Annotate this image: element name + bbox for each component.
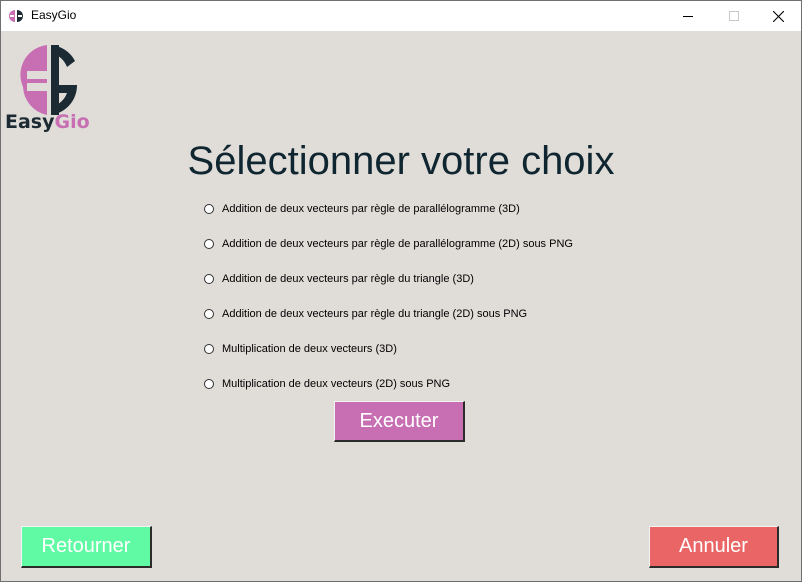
- radio-button[interactable]: [204, 344, 214, 354]
- option-label: Multiplication de deux vecteurs (2D) sou…: [222, 378, 451, 390]
- option-triangle-3d[interactable]: Addition de deux vecteurs par règle du t…: [204, 271, 474, 287]
- back-button[interactable]: Retourner: [21, 526, 152, 568]
- execute-button[interactable]: Executer: [334, 401, 465, 442]
- option-label: Addition de deux vecteurs par règle de p…: [222, 238, 573, 250]
- close-button[interactable]: [755, 1, 801, 31]
- logo-text: EasyGio: [5, 111, 90, 133]
- option-label: Addition de deux vecteurs par règle de p…: [222, 203, 520, 215]
- close-icon: [772, 10, 784, 22]
- minimize-icon: [683, 16, 693, 17]
- logo-text-easy: Easy: [5, 111, 55, 133]
- option-parallelogram-2d-png[interactable]: Addition de deux vecteurs par règle de p…: [204, 236, 573, 252]
- option-label: Addition de deux vecteurs par règle du t…: [222, 273, 474, 285]
- option-multiplication-2d-png[interactable]: Multiplication de deux vecteurs (2D) sou…: [204, 376, 450, 392]
- maximize-button[interactable]: [711, 1, 757, 31]
- page-title: Sélectionner votre choix: [187, 139, 615, 183]
- logo-text-gio: Gio: [54, 111, 90, 133]
- title-bar[interactable]: EasyGio: [1, 1, 801, 31]
- option-label: Multiplication de deux vecteurs (3D): [222, 343, 397, 355]
- window-title: EasyGio: [31, 8, 77, 22]
- cancel-button[interactable]: Annuler: [649, 526, 779, 568]
- option-label: Addition de deux vecteurs par règle du t…: [222, 308, 528, 320]
- app-window: EasyGio EasyGio Sélectionner votre choix…: [0, 0, 802, 582]
- radio-button[interactable]: [204, 239, 214, 249]
- radio-button[interactable]: [204, 379, 214, 389]
- option-multiplication-3d[interactable]: Multiplication de deux vecteurs (3D): [204, 341, 397, 357]
- main-content: EasyGio Sélectionner votre choix Additio…: [1, 31, 801, 581]
- option-triangle-2d-png[interactable]: Addition de deux vecteurs par règle du t…: [204, 306, 527, 322]
- minimize-button[interactable]: [665, 1, 711, 31]
- option-parallelogram-3d[interactable]: Addition de deux vecteurs par règle de p…: [204, 201, 520, 217]
- radio-button[interactable]: [204, 309, 214, 319]
- maximize-icon: [729, 11, 739, 21]
- easygio-logo-icon: [9, 10, 23, 22]
- radio-button[interactable]: [204, 204, 214, 214]
- radio-button[interactable]: [204, 274, 214, 284]
